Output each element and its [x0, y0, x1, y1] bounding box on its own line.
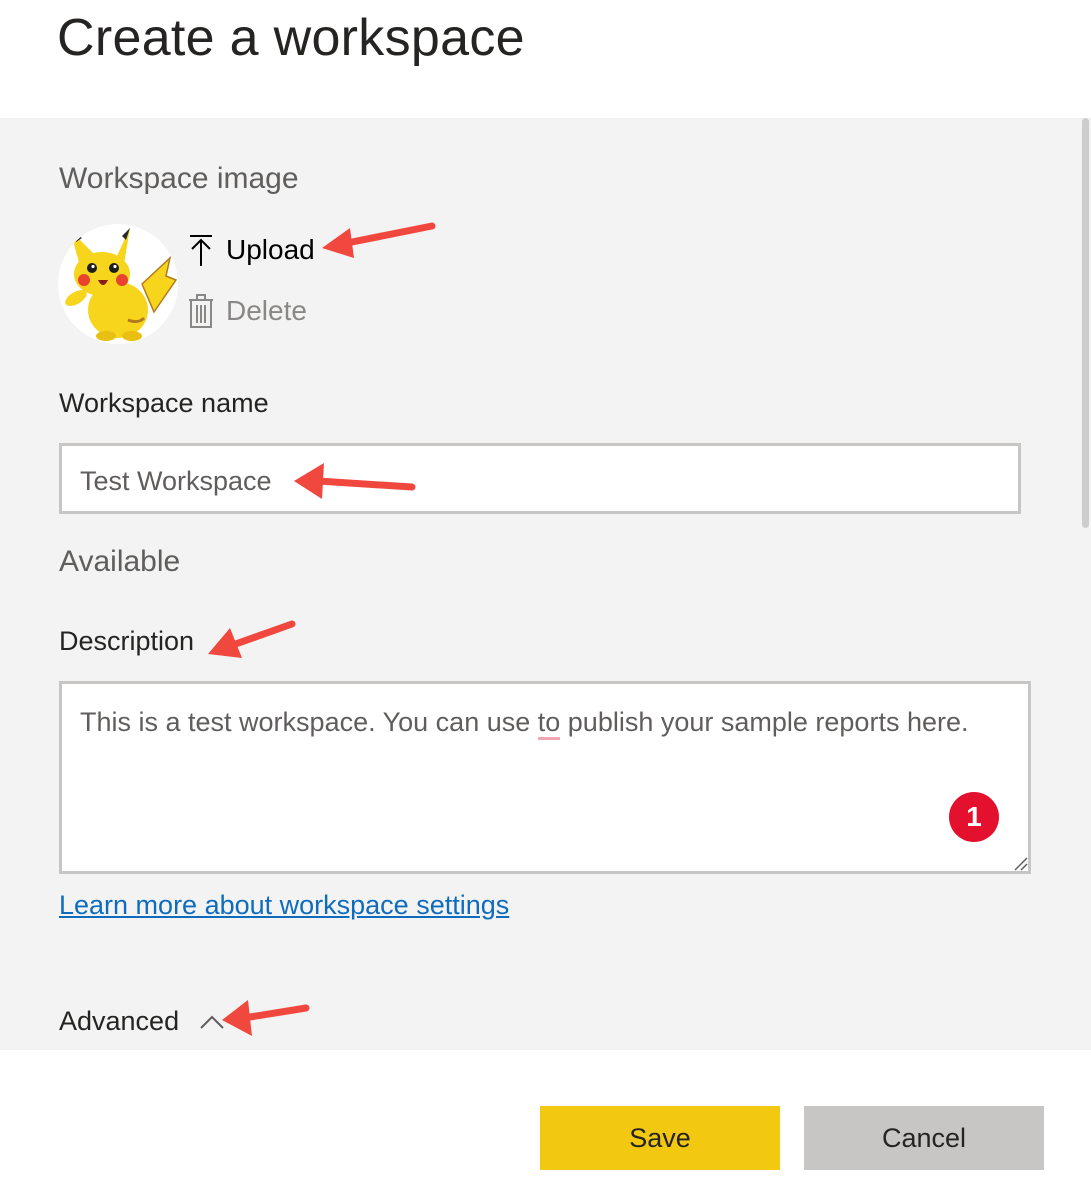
scrollbar[interactable] — [1080, 118, 1091, 1050]
trash-icon — [188, 293, 214, 329]
delete-label: Delete — [226, 295, 307, 326]
annotation-arrow-icon — [294, 463, 416, 499]
workspace-name-label: Workspace name — [59, 388, 269, 418]
upload-button[interactable]: Upload — [188, 232, 315, 268]
description-text-end: publish your sample reports here. — [560, 707, 969, 737]
description-text-start: This is a test workspace. You can use — [80, 707, 538, 737]
misspelled-word[interactable]: to — [537, 707, 561, 740]
scrollbar-thumb[interactable] — [1082, 118, 1089, 528]
cancel-button[interactable]: Cancel — [804, 1106, 1044, 1170]
annotation-arrow-icon — [208, 620, 296, 658]
notification-badge[interactable]: 1 — [949, 792, 999, 842]
upload-icon — [188, 232, 214, 268]
upload-label: Upload — [226, 234, 315, 265]
workspace-name-input[interactable]: Test Workspace — [59, 443, 1021, 514]
learn-more-link[interactable]: Learn more about workspace settings — [59, 890, 509, 921]
resize-handle-icon[interactable] — [1012, 855, 1028, 871]
pikachu-avatar — [58, 224, 178, 344]
description-label: Description — [59, 626, 195, 656]
delete-button[interactable]: Delete — [188, 293, 307, 329]
annotation-arrow-icon — [322, 222, 436, 258]
name-availability-status: Available — [59, 545, 181, 578]
advanced-label: Advanced — [59, 1006, 180, 1036]
dialog-title: Create a workspace — [57, 9, 525, 67]
annotation-arrow-icon — [222, 1000, 310, 1036]
pikachu-avatar-image — [65, 228, 178, 341]
advanced-toggle[interactable]: Advanced — [59, 1006, 225, 1037]
workspace-image-label: Workspace image — [59, 162, 299, 195]
save-button[interactable]: Save — [540, 1106, 780, 1170]
description-textarea[interactable]: This is a test workspace. You can use to… — [59, 681, 1031, 874]
